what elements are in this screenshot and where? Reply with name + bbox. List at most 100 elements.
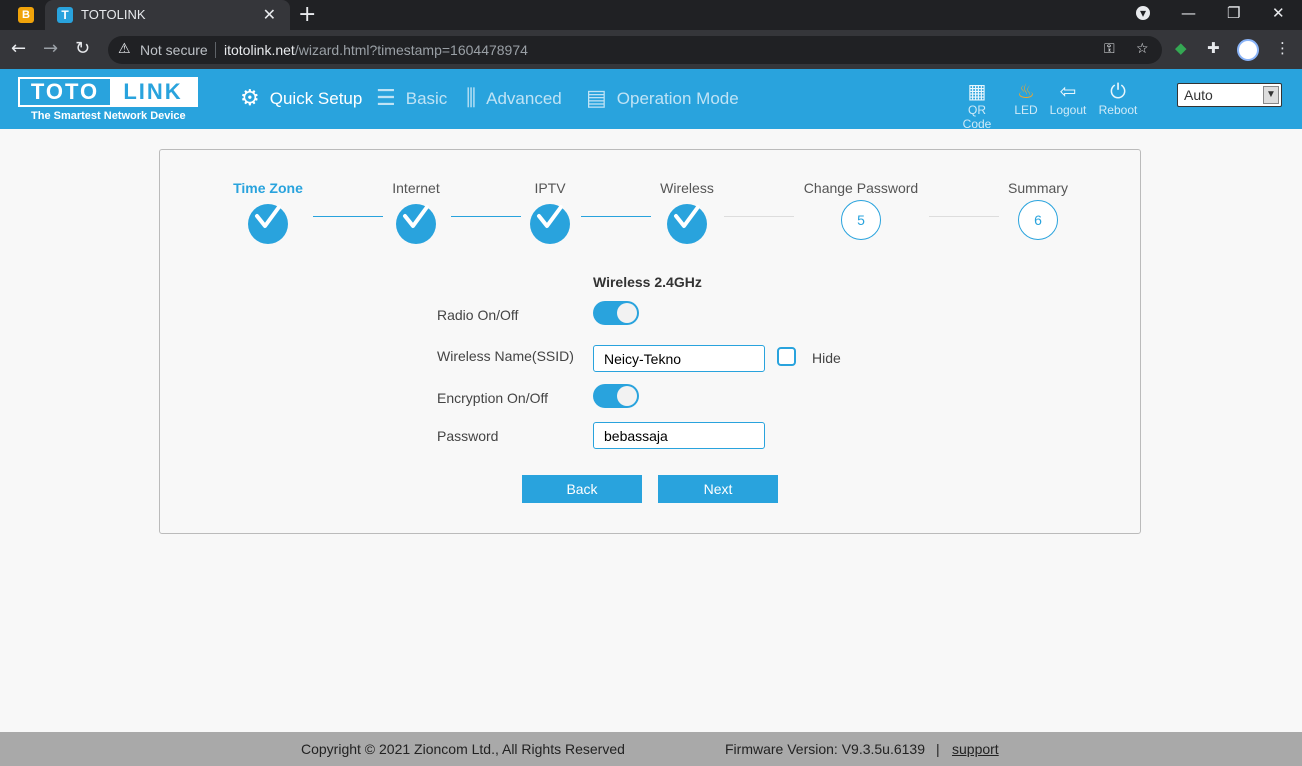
logout-icon: ⇦ (1059, 79, 1077, 103)
radio-toggle[interactable] (593, 301, 639, 325)
nav-label: Quick Setup (269, 88, 363, 108)
blogger-tab-icon[interactable]: B (18, 7, 34, 23)
step-label: Change Password (803, 180, 919, 196)
encryption-label: Encryption On/Off (437, 390, 549, 406)
omnibox-divider (215, 42, 216, 58)
forward-arrow-icon[interactable]: → (43, 38, 58, 59)
browser-toolbar: ← → ↻ ⚠ Not secure itotolink.net/wizard.… (0, 30, 1302, 69)
footer-separator: | (936, 741, 940, 757)
window-close-icon[interactable]: ✕ (1272, 4, 1285, 22)
address-bar[interactable]: ⚠ Not secure itotolink.net/wizard.html?t… (108, 36, 1162, 64)
radio-label: Radio On/Off (437, 307, 519, 323)
step-done-check (530, 204, 570, 244)
step-number: 6 (1018, 200, 1058, 240)
step-time-zone[interactable]: Time Zone (198, 180, 338, 244)
nav-label: Operation Mode (616, 88, 739, 108)
more-menu-icon[interactable]: ⋮ (1275, 39, 1290, 57)
wizard-panel: Time Zone Internet IPTV Wireless Change … (159, 149, 1141, 534)
language-select[interactable]: Auto ▼ (1177, 83, 1282, 107)
totolink-favicon-icon: T (57, 7, 73, 23)
reboot-label: Reboot (1098, 103, 1138, 117)
logout-label: Logout (1049, 103, 1087, 117)
browser-tab-bar: B T TOTOLINK ✕ + ▾ — ❐ ✕ (0, 0, 1302, 30)
password-input[interactable] (593, 422, 765, 449)
ssid-input[interactable] (593, 345, 765, 372)
tab-close-icon[interactable]: ✕ (263, 5, 276, 25)
security-status[interactable]: Not secure (140, 42, 208, 58)
step-done-check (667, 204, 707, 244)
nav-label: Basic (405, 88, 448, 108)
qr-code-icon: ▦ (967, 79, 987, 103)
checkmark-icon (537, 205, 563, 228)
step-label: IPTV (534, 180, 566, 196)
minimize-icon[interactable]: — (1181, 4, 1196, 22)
step-summary[interactable]: Summary 6 (968, 180, 1108, 240)
new-tab-icon[interactable]: + (298, 2, 316, 27)
step-label: Wireless (660, 180, 714, 196)
language-value: Auto (1184, 87, 1213, 103)
restore-icon[interactable]: ❐ (1227, 4, 1240, 22)
logo-text-right: LINK (110, 79, 196, 105)
password-label: Password (437, 428, 499, 444)
totolink-logo[interactable]: TOTO LINK (18, 77, 198, 107)
step-label: Internet (392, 180, 440, 196)
extension-color-icon[interactable]: ◆ (1175, 39, 1187, 57)
step-iptv[interactable]: IPTV (480, 180, 620, 244)
checkmark-icon (403, 205, 429, 228)
step-label: Summary (1008, 180, 1068, 196)
app-header: TOTO LINK The Smartest Network Device ⚙ … (0, 69, 1302, 131)
reload-icon[interactable]: ↻ (75, 38, 90, 59)
step-change-password[interactable]: Change Password 5 (791, 180, 931, 240)
step-label: Time Zone (233, 180, 303, 196)
screens-icon: ▤ (586, 86, 607, 111)
tab-title: TOTOLINK (81, 7, 146, 22)
back-button[interactable]: Back (522, 475, 642, 503)
support-link[interactable]: support (952, 741, 999, 757)
nav-operation-mode[interactable]: ▤ Operation Mode (586, 86, 739, 111)
page-footer: Copyright © 2021 Zioncom Ltd., All Right… (0, 732, 1302, 766)
bookmark-star-icon[interactable]: ☆ (1136, 41, 1149, 57)
led-icon: ♨ (1017, 79, 1035, 103)
nav-quick-setup[interactable]: ⚙ Quick Setup (240, 86, 362, 111)
url-host: itotolink.net (224, 42, 295, 58)
browser-tab-active[interactable]: T TOTOLINK ✕ (45, 0, 290, 30)
warning-icon[interactable]: ⚠ (118, 41, 131, 57)
section-title: Wireless 2.4GHz (593, 274, 702, 290)
led-label: LED (1014, 103, 1038, 117)
qr-code-button[interactable]: ▦ QR Code (952, 79, 1002, 131)
power-icon: ⏻ (1110, 79, 1126, 103)
firmware-version: Firmware Version: V9.3.5u.6139 (725, 741, 925, 757)
url-path: /wizard.html?timestamp=1604478974 (294, 42, 528, 58)
logo-text-left: TOTO (20, 79, 110, 105)
extensions-puzzle-icon[interactable]: ✚ (1207, 39, 1220, 57)
hide-ssid-checkbox[interactable] (777, 347, 796, 366)
step-done-check (248, 204, 288, 244)
tab-search-icon[interactable]: ▾ (1136, 6, 1150, 20)
qr-code-label: QR Code (962, 103, 992, 131)
list-icon: ☰ (376, 86, 396, 111)
copyright-text: Copyright © 2021 Zioncom Ltd., All Right… (301, 741, 625, 757)
sliders-icon: ⫼ (466, 86, 477, 111)
reboot-button[interactable]: ⏻ Reboot (1097, 79, 1139, 117)
ssid-label: Wireless Name(SSID) (437, 348, 574, 364)
step-done-check (396, 204, 436, 244)
encryption-toggle[interactable] (593, 384, 639, 408)
gear-icon: ⚙ (240, 86, 260, 111)
nav-advanced[interactable]: ⫼ Advanced (466, 86, 562, 111)
toggle-knob (617, 303, 637, 323)
key-icon[interactable]: ⚿ (1104, 41, 1115, 57)
step-internet[interactable]: Internet (346, 180, 486, 244)
logout-button[interactable]: ⇦ Logout (1047, 79, 1089, 117)
hide-label: Hide (812, 350, 841, 366)
checkmark-icon (674, 205, 700, 228)
back-arrow-icon[interactable]: ← (11, 38, 26, 59)
toggle-knob (617, 386, 637, 406)
next-button[interactable]: Next (658, 475, 778, 503)
step-wireless[interactable]: Wireless (617, 180, 757, 244)
profile-avatar[interactable] (1237, 39, 1259, 61)
url-text[interactable]: itotolink.net/wizard.html?timestamp=1604… (224, 42, 528, 58)
logo-tagline: The Smartest Network Device (31, 110, 186, 122)
led-button[interactable]: ♨ LED (1011, 79, 1041, 117)
step-number: 5 (841, 200, 881, 240)
nav-basic[interactable]: ☰ Basic (376, 86, 447, 111)
